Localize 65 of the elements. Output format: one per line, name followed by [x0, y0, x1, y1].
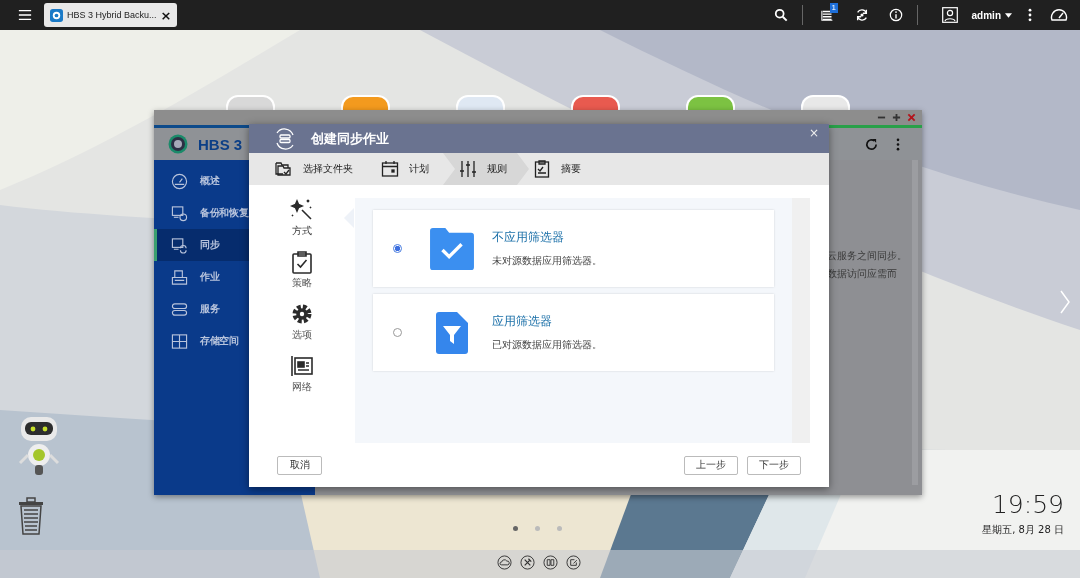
sidebar-icon — [171, 332, 188, 350]
user-icon[interactable] — [941, 7, 958, 23]
clock-time: 19:59 — [991, 490, 1064, 519]
sidebar-icon — [171, 268, 188, 286]
step-icon — [381, 160, 399, 178]
radio-button[interactable] — [393, 244, 402, 253]
user-menu[interactable]: admin — [971, 9, 1012, 21]
info-icon[interactable] — [888, 8, 903, 22]
refresh-icon[interactable] — [865, 137, 878, 151]
radio-button[interactable] — [393, 328, 402, 337]
caret-icon — [1005, 12, 1012, 18]
step-icon — [275, 160, 293, 178]
hbs-logo-icon — [168, 134, 188, 154]
edit-icon[interactable] — [566, 555, 581, 570]
option-description: 已对源数据应用筛选器。 — [492, 337, 602, 352]
dialog-title: 创建同步作业 — [311, 129, 389, 148]
side-tab[interactable]: 选项 — [280, 302, 324, 342]
filter-file-icon — [436, 311, 468, 354]
task-stack-icon[interactable] — [820, 8, 835, 22]
sidebar-icon — [171, 204, 188, 222]
step-icon — [459, 160, 477, 178]
app-logo-icon — [50, 8, 63, 22]
dashboard-gauge-icon[interactable] — [1050, 8, 1068, 22]
side-tab[interactable]: 网络 — [280, 354, 324, 394]
option-card[interactable]: 不应用筛选器 未对源数据应用筛选器。 — [373, 210, 774, 287]
menu-icon[interactable] — [18, 8, 32, 22]
notification-badge: 1 — [829, 3, 838, 13]
trash-icon[interactable] — [17, 497, 45, 535]
sidebar-icon — [171, 172, 188, 190]
wizard-step[interactable]: 摘要 — [529, 153, 595, 185]
back-button[interactable]: 上一步 — [684, 455, 738, 475]
step-icon — [533, 160, 551, 178]
sidebar-icon — [171, 236, 188, 254]
wizard-step[interactable]: 选择文件夹 — [271, 153, 367, 185]
app-name: HBS 3 — [198, 135, 243, 153]
page-dot[interactable] — [513, 526, 518, 531]
clock-date: 星期五, 8月 28 日 — [982, 523, 1064, 537]
tab-close-button[interactable]: × — [160, 8, 172, 22]
cancel-button[interactable]: 取消 — [277, 455, 322, 475]
more-icon[interactable] — [896, 137, 900, 151]
option-card[interactable]: 应用筛选器 已对源数据应用筛选器。 — [373, 294, 774, 371]
nav-icon — [290, 354, 314, 378]
cloud-icon[interactable] — [497, 555, 512, 570]
app-tab[interactable]: HBS 3 Hybrid Backu... × — [44, 3, 178, 27]
option-description: 未对源数据应用筛选器。 — [492, 253, 602, 268]
option-title: 应用筛选器 — [492, 313, 553, 329]
page-dot[interactable] — [535, 526, 540, 531]
wizard-step[interactable]: 规则 — [443, 153, 529, 185]
search-icon[interactable] — [773, 8, 788, 22]
close-button[interactable]: × — [808, 126, 819, 140]
sidebar-icon — [171, 300, 188, 318]
book-icon[interactable] — [543, 555, 558, 570]
nav-icon — [290, 302, 314, 326]
next-button[interactable]: 下一步 — [747, 455, 801, 475]
folder-check-icon — [428, 227, 476, 270]
tab-title: HBS 3 Hybrid Backu... — [67, 10, 157, 20]
sync-icon[interactable] — [854, 8, 869, 22]
wizard-step[interactable]: 计划 — [377, 153, 443, 185]
page-dot[interactable] — [557, 526, 562, 531]
option-title: 不应用筛选器 — [492, 229, 565, 245]
tools-icon[interactable] — [520, 555, 535, 570]
nav-icon — [290, 250, 314, 274]
maximize-icon[interactable] — [892, 113, 901, 122]
more-icon[interactable] — [1028, 8, 1032, 22]
nav-icon — [290, 198, 314, 222]
